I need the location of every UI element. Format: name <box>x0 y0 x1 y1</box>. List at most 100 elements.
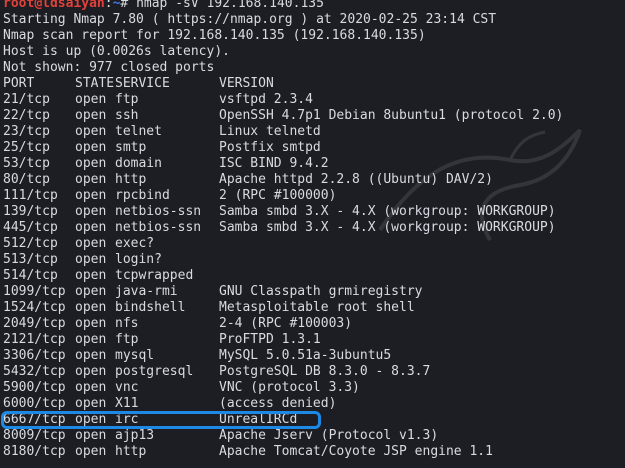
service-cell: tcpwrapped <box>115 268 194 283</box>
table-row: 53/tcp open domain ISC BIND 9.4.2 <box>3 156 563 172</box>
column-header-state: STATE <box>75 76 115 91</box>
state-cell: open <box>75 236 107 251</box>
output-line: Not shown: 977 closed ports <box>3 60 215 75</box>
output-line: Starting Nmap 7.80 ( https://nmap.org ) … <box>3 12 497 27</box>
table-row: 8009/tcp open ajp13 Apache Jserv (Protocol … <box>3 428 563 444</box>
table-row: 22/tcp open ssh OpenSSH 4.7p1 Debian 8ubunt… <box>3 108 563 124</box>
state-cell: open <box>75 332 107 347</box>
prompt-user: root <box>3 0 35 11</box>
column-header-version: VERSION <box>219 76 274 91</box>
version-cell <box>219 252 563 268</box>
port-cell: 3306/tcp <box>3 348 66 363</box>
version-cell <box>219 268 563 284</box>
ports-table-body: PORT STATE SERVICE VERSION 21/tcp open ftp… <box>3 76 563 460</box>
service-cell: vnc <box>115 380 139 395</box>
port-cell: 6667/tcp <box>3 412 66 427</box>
version-cell: (access denied) <box>219 396 337 411</box>
state-cell: open <box>75 364 107 379</box>
service-cell: http <box>115 444 147 459</box>
version-cell: ISC BIND 9.4.2 <box>219 156 329 171</box>
state-cell: open <box>75 284 107 299</box>
service-cell: nfs <box>115 316 139 331</box>
state-cell: open <box>75 316 107 331</box>
port-cell: 22/tcp <box>3 108 50 123</box>
table-row: 80/tcp open http Apache httpd 2.2.8 ((Ubunt… <box>3 172 563 188</box>
table-row: 3306/tcp open mysql MySQL 5.0.51a-3ubuntu5 <box>3 348 563 364</box>
port-cell: 8009/tcp <box>3 428 66 443</box>
state-cell: open <box>75 220 107 235</box>
port-cell: 139/tcp <box>3 204 58 219</box>
service-cell: domain <box>115 156 162 171</box>
port-cell: 21/tcp <box>3 92 50 107</box>
table-row: 2049/tcp open nfs 2-4 (RPC #100003) <box>3 316 563 332</box>
table-row: 2121/tcp open ftp ProFTPD 1.3.1 <box>3 332 563 348</box>
service-cell: smtp <box>115 140 147 155</box>
port-cell: 1099/tcp <box>3 284 66 299</box>
port-cell: 445/tcp <box>3 220 58 235</box>
service-cell: exec? <box>115 236 155 251</box>
port-cell: 2049/tcp <box>3 316 66 331</box>
state-cell: open <box>75 156 107 171</box>
prompt-hash: # <box>120 0 137 11</box>
service-cell: http <box>115 172 147 187</box>
state-cell: open <box>75 252 107 267</box>
version-cell: 2-4 (RPC #100003) <box>219 316 353 331</box>
state-cell: open <box>75 124 107 139</box>
service-cell: netbios-ssn <box>115 220 202 235</box>
state-cell: open <box>75 348 107 363</box>
version-cell: Apache Tomcat/Coyote JSP engine 1.1 <box>219 444 493 459</box>
service-cell: ssh <box>115 108 139 123</box>
state-cell: open <box>75 172 107 187</box>
ports-table-header: PORT STATE SERVICE VERSION <box>3 76 563 92</box>
service-cell: X11 <box>115 396 139 411</box>
port-cell: 25/tcp <box>3 140 50 155</box>
table-row: 512/tcp open exec? <box>3 236 563 252</box>
port-cell: 513/tcp <box>3 252 58 267</box>
state-cell: open <box>75 412 107 427</box>
state-cell: open <box>75 204 107 219</box>
service-cell: mysql <box>115 348 155 363</box>
port-cell: 23/tcp <box>3 124 50 139</box>
version-cell: Apache httpd 2.2.8 ((Ubuntu) DAV/2) <box>219 172 493 187</box>
version-cell: VNC (protocol 3.3) <box>219 380 360 395</box>
version-cell <box>219 236 563 252</box>
state-cell: open <box>75 92 107 107</box>
table-row: 5900/tcp open vnc VNC (protocol 3.3) <box>3 380 563 396</box>
column-header-port: PORT <box>3 76 35 91</box>
table-row: 139/tcp open netbios-ssn Samba smbd 3.X - 4… <box>3 204 563 220</box>
version-cell: PostgreSQL DB 8.3.0 - 8.3.7 <box>219 364 431 379</box>
prompt-colon: : <box>104 0 113 11</box>
service-cell: postgresql <box>115 364 194 379</box>
column-header-service: SERVICE <box>115 76 170 91</box>
version-cell: Metasploitable root shell <box>219 300 415 315</box>
version-cell: ProFTPD 1.3.1 <box>219 332 321 347</box>
prompt-host: ldsaiyan <box>42 0 105 11</box>
port-cell: 6000/tcp <box>3 396 66 411</box>
terminal-window[interactable]: root@ldsaiyan:~# nmap -sV 192.168.140.13… <box>3 0 623 468</box>
table-row: 513/tcp open login? <box>3 252 563 268</box>
service-cell: irc <box>115 412 139 427</box>
port-cell: 5900/tcp <box>3 380 66 395</box>
port-cell: 1524/tcp <box>3 300 66 315</box>
port-cell: 5432/tcp <box>3 364 66 379</box>
version-cell: MySQL 5.0.51a-3ubuntu5 <box>219 348 392 363</box>
port-cell: 514/tcp <box>3 268 58 283</box>
table-row: 111/tcp open rpcbind 2 (RPC #100000) <box>3 188 563 204</box>
output-line: Nmap scan report for 192.168.140.135 (19… <box>3 28 426 43</box>
state-cell: open <box>75 380 107 395</box>
port-cell: 8180/tcp <box>3 444 66 459</box>
port-cell: 111/tcp <box>3 188 58 203</box>
version-cell: Postfix smtpd <box>219 140 321 155</box>
table-row: 8180/tcp open http Apache Tomcat/Coyote JSP… <box>3 444 563 460</box>
state-cell: open <box>75 188 107 203</box>
state-cell: open <box>75 444 107 459</box>
service-cell: login? <box>115 252 162 267</box>
service-cell: bindshell <box>115 300 186 315</box>
version-cell: Samba smbd 3.X - 4.X (workgroup: WORKGRO… <box>219 204 556 219</box>
port-cell: 80/tcp <box>3 172 50 187</box>
version-cell: vsftpd 2.3.4 <box>219 92 313 107</box>
prompt-line: root@ldsaiyan:~# nmap -sV 192.168.140.13… <box>3 0 623 12</box>
table-row: 1524/tcp open bindshell Metasploitable root… <box>3 300 563 316</box>
state-cell: open <box>75 108 107 123</box>
version-cell: UnrealIRCd <box>219 412 298 427</box>
